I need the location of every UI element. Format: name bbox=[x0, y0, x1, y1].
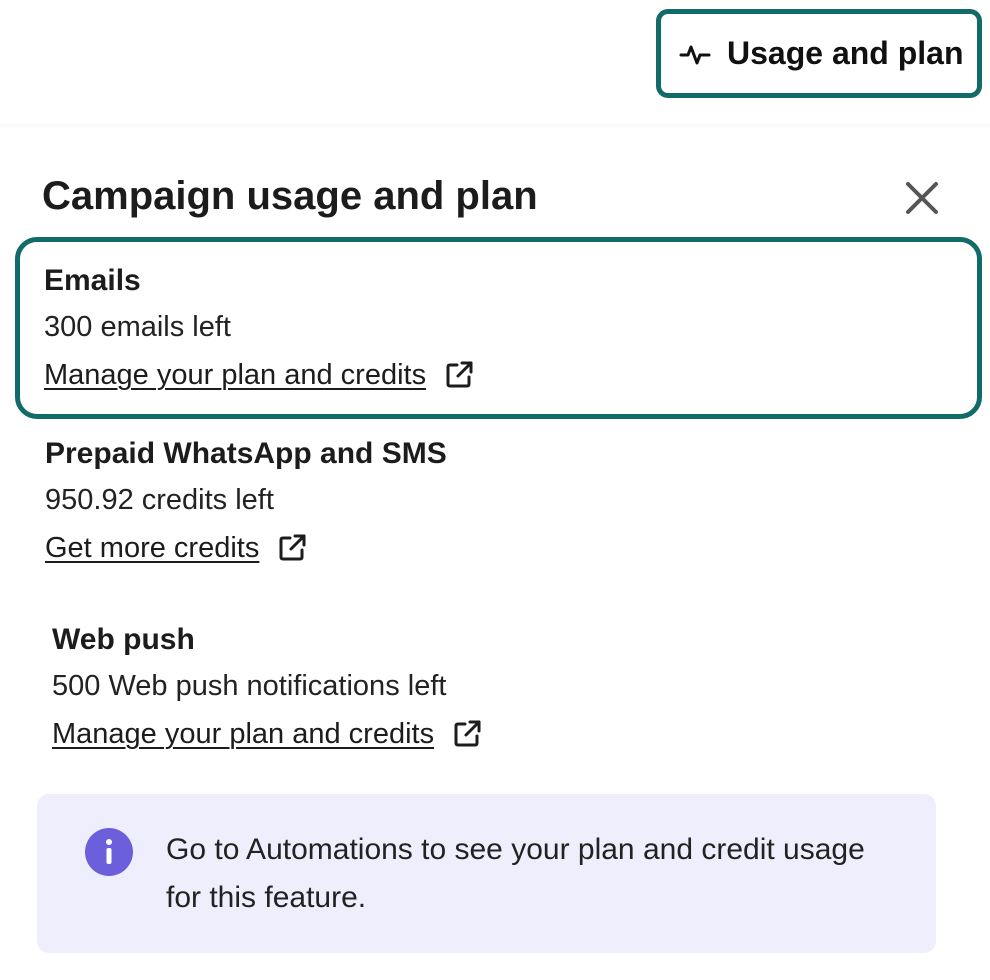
emails-heading: Emails bbox=[44, 264, 141, 297]
web-push-section: Web push 500 Web push notifications left… bbox=[52, 620, 482, 754]
activity-pulse-icon bbox=[679, 38, 711, 70]
web-push-heading: Web push bbox=[52, 623, 195, 656]
web-push-manage-plan-link[interactable]: Manage your plan and credits bbox=[52, 714, 482, 754]
external-link-icon bbox=[444, 360, 474, 390]
info-text: Go to Automations to see your plan and c… bbox=[166, 833, 865, 914]
usage-and-plan-label: Usage and plan bbox=[727, 35, 964, 71]
info-banner: Go to Automations to see your plan and c… bbox=[37, 794, 936, 953]
whatsapp-sms-remaining: 950.92 credits left bbox=[45, 484, 274, 516]
get-more-credits-link[interactable]: Get more credits bbox=[45, 528, 307, 568]
web-push-remaining: 500 Web push notifications left bbox=[52, 670, 447, 702]
emails-remaining: 300 emails left bbox=[44, 311, 231, 343]
external-link-icon bbox=[277, 533, 307, 563]
emails-section: Emails 300 emails left Manage your plan … bbox=[15, 237, 982, 419]
whatsapp-sms-section: Prepaid WhatsApp and SMS 950.92 credits … bbox=[45, 434, 447, 568]
whatsapp-sms-heading: Prepaid WhatsApp and SMS bbox=[45, 437, 447, 470]
emails-manage-plan-label: Manage your plan and credits bbox=[44, 359, 427, 391]
close-button[interactable] bbox=[898, 174, 946, 222]
close-icon bbox=[906, 182, 938, 214]
panel-divider bbox=[0, 124, 990, 130]
emails-manage-plan-link[interactable]: Manage your plan and credits bbox=[44, 355, 474, 395]
web-push-manage-plan-label: Manage your plan and credits bbox=[52, 718, 435, 750]
info-icon bbox=[85, 828, 133, 876]
panel-title: Campaign usage and plan bbox=[42, 174, 538, 218]
get-more-credits-label: Get more credits bbox=[45, 532, 260, 564]
external-link-icon bbox=[452, 719, 482, 749]
usage-and-plan-button[interactable]: Usage and plan bbox=[656, 9, 982, 98]
